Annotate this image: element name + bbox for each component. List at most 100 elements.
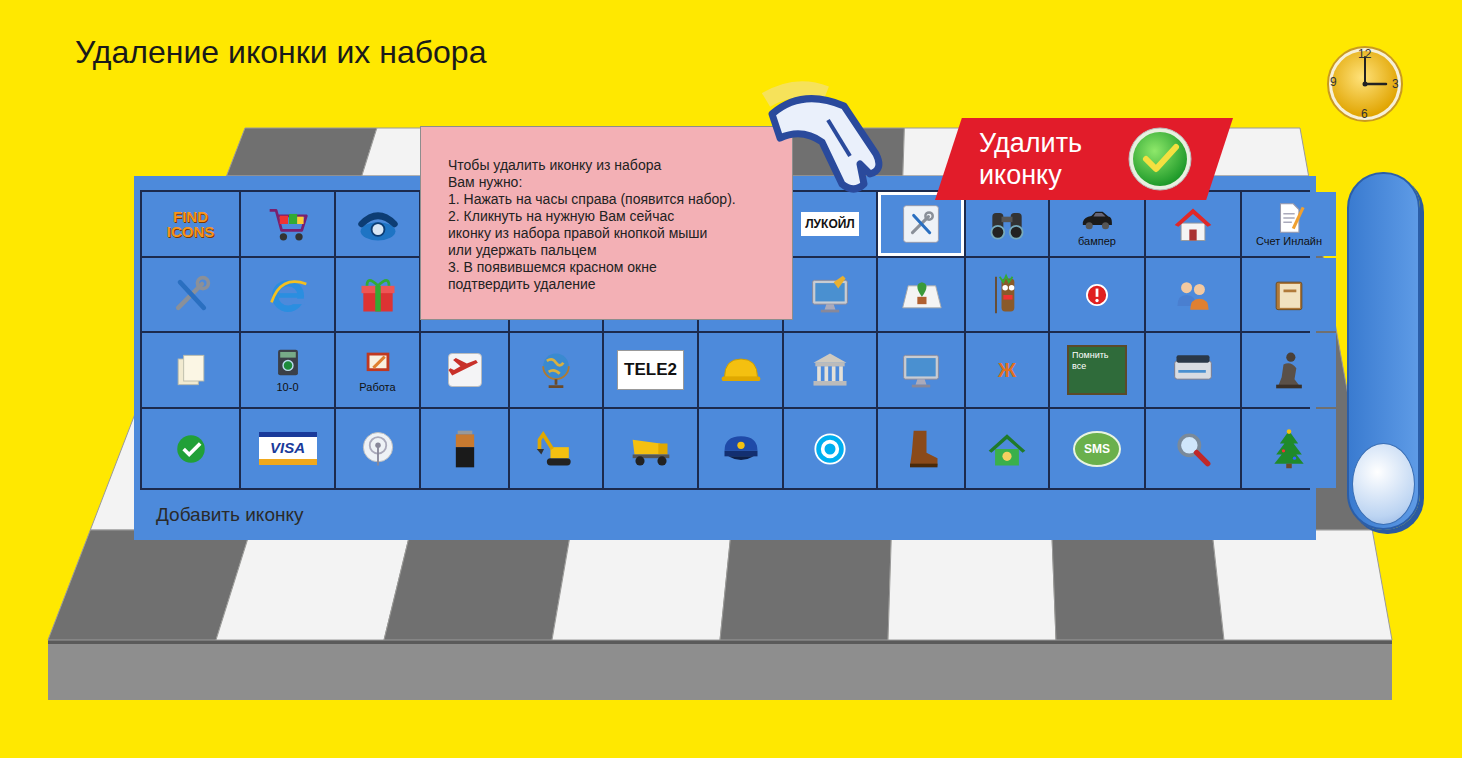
icon-cell[interactable] — [1146, 333, 1240, 407]
minute-hand — [1364, 57, 1366, 84]
tools-icon — [169, 273, 213, 317]
icon-cell[interactable] — [966, 258, 1048, 331]
scrollbar-track[interactable] — [1347, 172, 1420, 530]
tooltip-line: Вам нужно: — [448, 174, 782, 191]
icon-cell[interactable] — [241, 258, 334, 331]
tooltip-line: 3. В появившемся красном окне — [448, 259, 782, 276]
icon-cell[interactable]: FIND ICONS — [142, 192, 239, 256]
scrollbar-knob[interactable] — [1352, 443, 1415, 525]
icon-cell[interactable]: бампер — [1050, 192, 1144, 256]
icon-cell[interactable] — [699, 409, 782, 488]
icon-cell[interactable] — [878, 258, 964, 331]
icon-cell[interactable] — [336, 409, 419, 488]
icon-caption: Работа — [359, 381, 395, 394]
icon-cell[interactable] — [1242, 258, 1336, 331]
icon-cell[interactable] — [241, 192, 334, 256]
icon-cell[interactable] — [421, 409, 508, 488]
skype-icon — [808, 427, 852, 471]
icon-cell[interactable] — [878, 333, 964, 407]
icon-cell[interactable]: VISA — [241, 409, 334, 488]
picture-icon — [899, 273, 943, 317]
icon-cell[interactable] — [966, 192, 1048, 256]
lukoil-logo: ЛУКОЙЛ — [801, 212, 859, 236]
icon-cell[interactable] — [336, 258, 419, 331]
binoculars-icon — [985, 202, 1029, 246]
icon-cell[interactable] — [1242, 409, 1336, 488]
clock-numeral: 12 — [1358, 48, 1371, 60]
cap-icon — [719, 427, 763, 471]
house-icon — [1171, 202, 1215, 246]
clock-numeral: 9 — [1330, 76, 1337, 88]
page-title: Удаление иконки их набора — [75, 32, 486, 72]
sms-logo: SMS — [1073, 431, 1121, 467]
greenhouse-icon — [985, 427, 1029, 471]
icon-cell[interactable] — [878, 409, 964, 488]
pages-icon — [169, 348, 213, 392]
phone-icon — [356, 202, 400, 246]
boot-icon — [899, 427, 943, 471]
icon-caption: Счет Инлайн — [1256, 235, 1322, 248]
icon-cell[interactable]: TELE2 — [604, 333, 697, 407]
icon-cell[interactable]: 10-0 — [241, 333, 334, 407]
visa-logo: VISA — [259, 432, 317, 466]
users-icon — [1171, 273, 1215, 317]
icon-cell[interactable]: Работа — [336, 333, 419, 407]
board-logo: Помнить все — [1067, 345, 1127, 395]
icon-cell[interactable] — [699, 333, 782, 407]
delete-icon-banner[interactable]: Удалить иконку — [935, 118, 1233, 200]
icon-cell[interactable] — [784, 258, 876, 331]
icon-cell[interactable] — [1242, 333, 1336, 407]
icon-cell[interactable] — [1050, 258, 1144, 331]
icon-cell[interactable]: ЛУКОЙЛ — [784, 192, 876, 256]
tooltip-line: 1. Нажать на часы справа (появится набор… — [448, 191, 782, 208]
globe-icon — [534, 348, 578, 392]
excavator-icon — [534, 427, 578, 471]
confirm-check-icon[interactable] — [1127, 126, 1193, 192]
icon-cell[interactable] — [421, 333, 508, 407]
drive-icon — [271, 347, 305, 381]
instruction-tooltip: Чтобы удалить иконку из набораВам нужно:… — [420, 126, 793, 320]
icon-cell[interactable]: Помнить все — [1050, 333, 1144, 407]
icon-cell[interactable]: Счет Инлайн — [1242, 192, 1336, 256]
icon-caption: бампер — [1078, 235, 1116, 248]
car-icon — [1080, 201, 1114, 235]
icon-cell[interactable]: Ж — [966, 333, 1048, 407]
icon-cell[interactable] — [336, 192, 419, 256]
icon-caption: 10-0 — [276, 381, 298, 394]
tele2-logo: TELE2 — [617, 350, 684, 390]
gift-icon — [356, 273, 400, 317]
tooltip-line: подтвердить удаление — [448, 276, 782, 293]
toolcard-icon — [899, 202, 943, 246]
clock[interactable]: 12 3 6 9 — [1326, 45, 1404, 123]
plane-icon — [443, 348, 487, 392]
icon-cell[interactable]: SMS — [1050, 409, 1144, 488]
cart-icon — [266, 202, 310, 246]
icon-cell[interactable] — [510, 333, 602, 407]
clock-numeral: 3 — [1392, 78, 1399, 90]
icon-cell[interactable] — [1146, 258, 1240, 331]
tooltip-line: 2. Кликнуть на нужную Вам сейчас — [448, 208, 782, 225]
document-icon — [1272, 201, 1306, 235]
icon-cell[interactable] — [142, 258, 239, 331]
icon-cell[interactable] — [142, 409, 239, 488]
icon-cell[interactable] — [784, 333, 876, 407]
icon-cell[interactable] — [1146, 192, 1240, 256]
clock-numeral: 6 — [1361, 108, 1368, 120]
icon-cell[interactable] — [604, 409, 697, 488]
icon-cell[interactable] — [878, 192, 964, 256]
delete-label: Удалить иконку — [979, 127, 1097, 191]
hour-hand — [1365, 83, 1386, 86]
sber-icon — [169, 427, 213, 471]
screen: Удаление иконки их набора 12 3 6 9 FIND ICONS… — [0, 0, 1462, 758]
icon-cell[interactable] — [142, 333, 239, 407]
tooltip-line: Чтобы удалить иконку из набора — [448, 157, 782, 174]
monitor-icon — [899, 348, 943, 392]
icon-cell[interactable] — [1146, 409, 1240, 488]
icon-cell[interactable] — [784, 409, 876, 488]
icon-cell[interactable] — [966, 409, 1048, 488]
icon-cell[interactable] — [510, 409, 602, 488]
monbrush-icon — [808, 273, 852, 317]
ie-icon — [266, 273, 310, 317]
helmet-icon — [719, 348, 763, 392]
add-icon-button[interactable]: Добавить иконку — [140, 490, 1310, 540]
